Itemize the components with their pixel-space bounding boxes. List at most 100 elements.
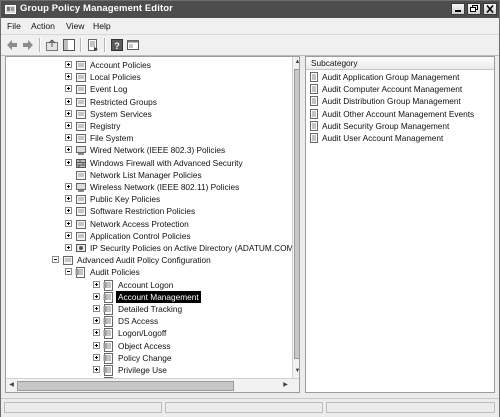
tree-item[interactable]: Privilege Use bbox=[6, 364, 291, 376]
close-button[interactable] bbox=[483, 3, 497, 15]
tree-item[interactable]: Account Logon bbox=[6, 279, 291, 291]
tree-item[interactable]: Local Policies bbox=[6, 71, 291, 83]
menu-file[interactable]: File bbox=[7, 21, 21, 31]
collapse-icon[interactable] bbox=[52, 256, 59, 264]
audit-icon bbox=[103, 365, 113, 376]
subcategory-row[interactable]: Audit Other Account Management Events bbox=[309, 108, 491, 120]
expand-icon[interactable] bbox=[93, 366, 100, 373]
expand-icon[interactable] bbox=[93, 341, 100, 349]
expand-icon[interactable] bbox=[65, 122, 72, 129]
subcategory-label: Audit Application Group Management bbox=[322, 72, 460, 82]
tree-item[interactable]: Wireless Network (IEEE 802.11) Policies bbox=[6, 181, 291, 193]
expand-icon[interactable] bbox=[65, 219, 72, 227]
collapse-icon[interactable] bbox=[65, 268, 72, 276]
expand-icon[interactable] bbox=[65, 134, 72, 142]
tree-horizontal-scrollbar[interactable]: ◀ ▶ bbox=[6, 378, 299, 392]
expand-icon[interactable] bbox=[65, 61, 72, 68]
toolbar: ? bbox=[1, 34, 499, 56]
scroll-up-icon[interactable]: ▲ bbox=[293, 58, 299, 67]
expand-icon[interactable] bbox=[93, 305, 100, 312]
tree-item[interactable]: Wired Network (IEEE 802.3) Policies bbox=[6, 144, 291, 156]
audit-icon bbox=[103, 340, 113, 352]
tree-item[interactable]: Application Control Policies bbox=[6, 230, 291, 242]
tree-item[interactable]: Account Policies bbox=[6, 59, 291, 71]
expand-icon[interactable] bbox=[65, 207, 72, 215]
tree-item[interactable]: Public Key Policies bbox=[6, 193, 291, 205]
expand-icon[interactable] bbox=[65, 97, 72, 105]
tree-item[interactable]: Windows Firewall with Advanced Security bbox=[6, 157, 291, 169]
menu-action[interactable]: Action bbox=[31, 21, 55, 31]
menu-view[interactable]: View bbox=[66, 21, 84, 31]
tree-item-label-selected: Account Management bbox=[116, 290, 201, 303]
tree-item-label: Application Control Policies bbox=[90, 230, 191, 241]
tree-item[interactable]: Logon/Logoff bbox=[6, 327, 291, 340]
menu-help[interactable]: Help bbox=[93, 21, 111, 31]
help-icon[interactable]: ? bbox=[110, 38, 124, 52]
expand-icon[interactable] bbox=[65, 231, 72, 239]
export-list-icon[interactable] bbox=[86, 38, 100, 52]
details-pane[interactable]: Subcategory Audit Application Group Mana… bbox=[305, 56, 495, 393]
tree-item[interactable]: Event Log bbox=[6, 83, 291, 95]
scroll-left-icon[interactable]: ◀ bbox=[7, 381, 16, 390]
tree-item-label: Event Log bbox=[90, 84, 128, 95]
folder-icon bbox=[76, 170, 86, 180]
tree-horizontal-scroll-thumb[interactable] bbox=[17, 381, 234, 391]
forward-icon[interactable] bbox=[21, 38, 35, 52]
tree-item[interactable]: Account Management bbox=[6, 290, 291, 303]
minimize-button[interactable] bbox=[451, 3, 465, 15]
tree-item[interactable]: Registry bbox=[6, 120, 291, 132]
tree-item[interactable]: Advanced Audit Policy Configuration bbox=[6, 254, 291, 266]
up-folder-icon[interactable] bbox=[45, 38, 59, 52]
expand-icon[interactable] bbox=[65, 244, 72, 251]
tree-item[interactable]: Object Access bbox=[6, 340, 291, 352]
expand-icon[interactable] bbox=[65, 109, 72, 117]
folder-icon bbox=[76, 97, 86, 107]
expand-icon[interactable] bbox=[65, 146, 72, 154]
tree-item[interactable]: File System bbox=[6, 132, 291, 144]
title-bar[interactable]: Group Policy Management Editor bbox=[1, 1, 499, 18]
tree-item[interactable]: DS Access bbox=[6, 315, 291, 328]
subcategory-row[interactable]: Audit Computer Account Management bbox=[309, 83, 491, 95]
show-hide-tree-icon[interactable] bbox=[62, 38, 76, 52]
expand-icon[interactable] bbox=[65, 85, 72, 93]
tree-vertical-scrollbar[interactable]: ▲ ▼ bbox=[292, 57, 299, 378]
tree-item[interactable]: Detailed Tracking bbox=[6, 303, 291, 315]
expand-icon[interactable] bbox=[65, 73, 72, 81]
expand-icon[interactable] bbox=[93, 280, 100, 288]
tree-item-label: Detailed Tracking bbox=[118, 304, 183, 314]
expand-icon[interactable] bbox=[93, 329, 100, 337]
back-icon[interactable] bbox=[5, 38, 19, 52]
scroll-right-icon[interactable]: ▶ bbox=[281, 381, 290, 390]
tree-item[interactable]: Software Restriction Policies bbox=[6, 205, 291, 217]
scroll-down-icon[interactable]: ▼ bbox=[293, 367, 299, 376]
subcategory-row[interactable]: Audit Application Group Management bbox=[309, 71, 491, 83]
tree-item-label: Registry bbox=[90, 121, 121, 131]
tree-item[interactable]: Policy Change bbox=[6, 352, 291, 364]
tree-item[interactable]: Restricted Groups bbox=[6, 96, 291, 108]
tree-item[interactable]: Network List Manager Policies bbox=[6, 169, 291, 181]
tree-item-label: File System bbox=[90, 133, 134, 144]
group-policy-icon bbox=[5, 5, 16, 14]
restore-button[interactable] bbox=[467, 3, 481, 15]
subcategory-row[interactable]: Audit User Account Management bbox=[309, 132, 491, 144]
expand-icon[interactable] bbox=[93, 292, 100, 300]
tree-item[interactable]: System Services bbox=[6, 108, 291, 120]
tree-vertical-scroll-thumb[interactable] bbox=[294, 69, 299, 359]
subcategory-row[interactable]: Audit Distribution Group Management bbox=[309, 95, 491, 107]
subcategory-row[interactable]: Audit Security Group Management bbox=[309, 120, 491, 132]
folder-icon bbox=[76, 122, 86, 131]
column-header-subcategory[interactable]: Subcategory bbox=[306, 57, 494, 70]
expand-icon[interactable] bbox=[65, 183, 72, 190]
toolbar-separator bbox=[104, 38, 106, 52]
expand-icon[interactable] bbox=[93, 317, 100, 325]
minimize-icon bbox=[455, 10, 461, 12]
console-tree[interactable]: Account Policies Local Policies Event Log R… bbox=[5, 56, 300, 393]
tree-item[interactable]: Audit Policies bbox=[6, 266, 291, 279]
properties-icon[interactable] bbox=[126, 38, 140, 52]
expand-icon[interactable] bbox=[65, 195, 72, 203]
tree-item[interactable]: Network Access Protection bbox=[6, 218, 291, 230]
tree-item[interactable]: IP Security Policies on Active Directory… bbox=[6, 242, 296, 254]
expand-icon[interactable] bbox=[65, 158, 72, 166]
expand-icon[interactable] bbox=[93, 353, 100, 361]
wireless-icon bbox=[76, 183, 86, 192]
